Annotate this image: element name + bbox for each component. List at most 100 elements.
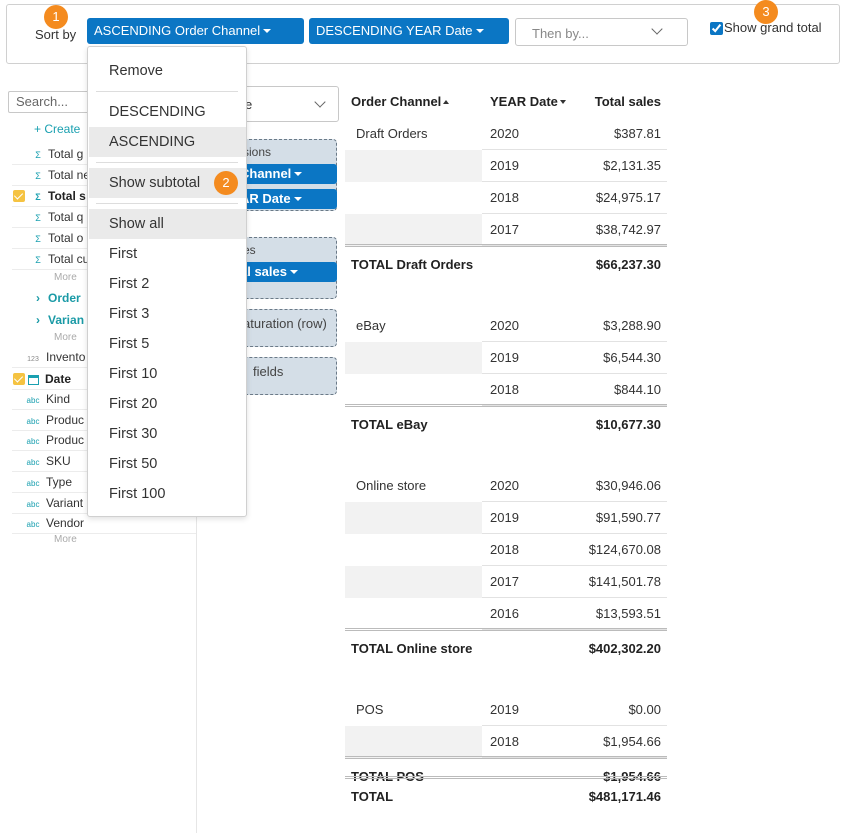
sort-chip-label: DESCENDING YEAR Date (316, 23, 473, 38)
channel-cell: Online store (356, 478, 427, 493)
table-row: POS 2019 $0.00 (345, 694, 667, 726)
subtotal-row: TOTAL Draft Orders $66,237.30 (345, 244, 667, 280)
step-badge-2: 2 (214, 171, 238, 195)
sales-cell: $3,288.90 (603, 318, 661, 333)
more-link[interactable]: More (54, 534, 77, 545)
menu-item-first-100[interactable]: First 100 (89, 479, 246, 509)
table-row: Online store 2020 $30,946.06 (345, 470, 667, 502)
header-order-channel[interactable]: Order Channel (351, 94, 450, 109)
table-row: Draft Orders 2020 $387.81 (345, 118, 667, 150)
menu-item-show-all[interactable]: Show all (89, 209, 246, 239)
subtotal-value: $402,302.20 (588, 641, 661, 656)
text-type-icon: abc (26, 416, 40, 426)
menu-item-descending[interactable]: DESCENDING (89, 97, 246, 127)
table-row: 2017 $38,742.97 (345, 214, 667, 246)
text-type-icon: abc (26, 458, 40, 468)
subtotal-row: TOTAL eBay $10,677.30 (345, 404, 667, 440)
chevron-down-icon (651, 23, 663, 35)
year-cell: 2018 (490, 542, 519, 557)
year-cell: 2017 (490, 222, 519, 237)
field-label: Vendor (46, 516, 85, 531)
caret-down-icon (293, 196, 302, 201)
field-label: Date (45, 372, 72, 386)
more-link[interactable]: More (54, 272, 77, 283)
year-cell: 2019 (490, 510, 519, 525)
caret-down-icon (263, 28, 272, 33)
header-label: Order Channel (351, 94, 442, 109)
year-cell: 2019 (490, 702, 519, 717)
sort-chip-order-channel[interactable]: ASCENDING Order Channel (87, 18, 304, 44)
field-label: SKU (46, 454, 71, 469)
subtotal-label: TOTAL eBay (351, 417, 428, 432)
field-label: Type (46, 474, 73, 489)
menu-item-first-50[interactable]: First 50 (89, 449, 246, 479)
sales-cell: $844.10 (614, 382, 661, 397)
caret-down-icon (475, 28, 484, 33)
search-placeholder: Search... (16, 94, 69, 109)
sort-chip-label: ASCENDING Order Channel (94, 23, 261, 38)
sales-cell: $2,131.35 (603, 158, 661, 173)
field-label: Kind (46, 392, 71, 406)
chevron-right-icon: › (36, 313, 40, 327)
field-label: Total cu (48, 252, 90, 266)
table-row: 2018 $1,954.66 (345, 726, 667, 758)
field-label: Produc (46, 433, 85, 448)
header-year-date[interactable]: YEAR Date (490, 94, 566, 109)
menu-item-first-20[interactable]: First 20 (89, 389, 246, 419)
step-badge-3: 3 (754, 0, 778, 24)
text-type-icon: abc (26, 520, 40, 530)
measure-chip-label: al sales (240, 264, 287, 279)
show-grand-total-label[interactable]: Show grand total (724, 20, 822, 35)
year-cell: 2020 (490, 126, 519, 141)
field-label: Total s (48, 189, 86, 203)
text-type-icon: abc (26, 499, 40, 509)
table-row: 2019 $6,544.30 (345, 342, 667, 374)
subtotal-value: $66,237.30 (595, 257, 661, 272)
text-type-icon: abc (26, 478, 40, 488)
show-grand-total-checkbox[interactable] (710, 22, 723, 35)
chevron-right-icon: › (36, 291, 40, 305)
then-by-placeholder: Then by... (532, 26, 589, 41)
sigma-icon: Σ (35, 192, 41, 202)
caret-down-icon (290, 269, 298, 274)
field-label: Total ne (48, 168, 91, 182)
menu-separator (96, 203, 238, 204)
channel-cell: Draft Orders (356, 126, 428, 141)
menu-item-ascending[interactable]: ASCENDING (89, 127, 246, 157)
create-field-link[interactable]: + Create (34, 122, 80, 136)
table-row: 2018 $24,975.17 (345, 182, 667, 214)
menu-item-first-2[interactable]: First 2 (89, 269, 246, 299)
grand-total-label: TOTAL (351, 789, 394, 804)
sales-cell: $6,544.30 (603, 350, 661, 365)
table-row: 2018 $844.10 (345, 374, 667, 406)
calendar-icon (28, 374, 39, 385)
then-by-select[interactable]: Then by... (515, 18, 688, 46)
menu-item-remove[interactable]: Remove (89, 56, 246, 86)
year-cell: 2016 (490, 606, 519, 621)
menu-item-first[interactable]: First (89, 239, 246, 269)
menu-item-first-3[interactable]: First 3 (89, 299, 246, 329)
checkbox-checked-icon[interactable] (13, 373, 25, 385)
menu-item-first-10[interactable]: First 10 (89, 359, 246, 389)
menu-item-first-5[interactable]: First 5 (89, 329, 246, 359)
menu-item-first-30[interactable]: First 30 (89, 419, 246, 449)
year-cell: 2018 (490, 734, 519, 749)
sales-cell: $124,670.08 (588, 542, 661, 557)
header-total-sales[interactable]: Total sales (595, 94, 661, 109)
sigma-icon: Σ (35, 171, 41, 181)
menu-separator (96, 162, 238, 163)
number-icon: 123 (27, 356, 39, 363)
dimension-chip-label: Channel (240, 166, 292, 181)
sort-chip-year-date[interactable]: DESCENDING YEAR Date (309, 18, 509, 44)
sort-by-label: Sort by (35, 27, 77, 42)
subtotal-label: TOTAL Draft Orders (351, 257, 474, 272)
subtotal-value: $10,677.30 (595, 417, 661, 432)
step-badge-1: 1 (44, 5, 68, 29)
sales-cell: $24,975.17 (595, 190, 661, 205)
grand-total-value: $481,171.46 (588, 789, 661, 804)
checkbox-checked-icon[interactable] (13, 190, 25, 202)
sales-cell: $387.81 (614, 126, 661, 141)
table-row: 2019 $91,590.77 (345, 502, 667, 534)
more-link[interactable]: More (54, 332, 77, 343)
header-label: YEAR Date (490, 94, 558, 109)
